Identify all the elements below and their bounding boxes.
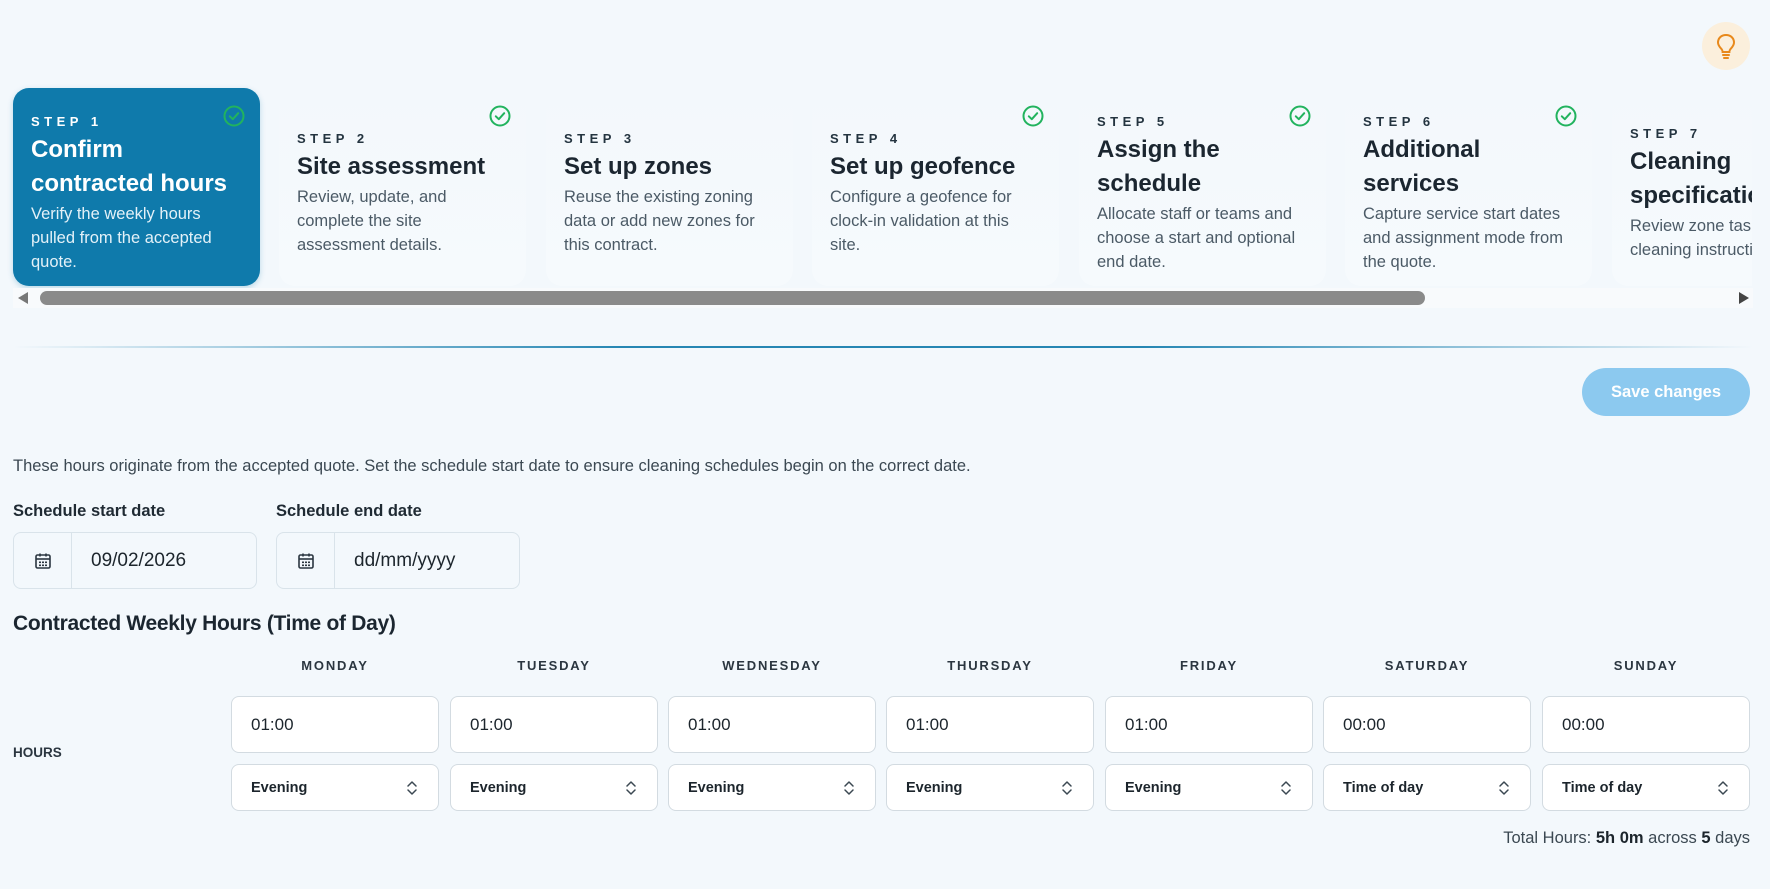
stepper: STEP 1 Confirm contracted hours Verify t… [0, 82, 1752, 308]
calendar-button[interactable] [14, 533, 72, 588]
scroll-left-arrow-icon[interactable] [18, 292, 28, 304]
step-description: Review, update, and complete the site as… [297, 188, 447, 254]
check-circle-icon [223, 105, 245, 127]
step-number: STEP 3 [564, 131, 636, 146]
step-description: Reuse the existing zoning data or add ne… [564, 188, 755, 254]
hours-input-monday[interactable]: 01:00 [231, 696, 439, 753]
hours-input-tuesday[interactable]: 01:00 [450, 696, 658, 753]
section-divider [13, 346, 1753, 348]
time-of-day-select-saturday[interactable]: Time of day [1323, 764, 1531, 811]
total-days-value: 5 [1701, 829, 1711, 847]
select-value: Evening [1125, 779, 1182, 796]
step-number: STEP 6 [1363, 114, 1435, 129]
step-description: Allocate staff or teams and choose a sta… [1097, 205, 1296, 271]
time-of-day-select-friday[interactable]: Evening [1105, 764, 1313, 811]
scroll-right-arrow-icon[interactable] [1739, 292, 1749, 304]
step-number: STEP 7 [1630, 126, 1702, 141]
hours-input-wednesday[interactable]: 01:00 [668, 696, 876, 753]
step-6[interactable]: STEP 6 Additional services Capture servi… [1345, 88, 1592, 286]
step-title: Set up geofence [830, 153, 1016, 180]
chevron-up-down-icon [1499, 780, 1509, 795]
day-header-sunday: SUNDAY [1613, 658, 1679, 673]
chevron-up-down-icon [1281, 780, 1291, 795]
time-of-day-select-monday[interactable]: Evening [231, 764, 439, 811]
total-suffix: days [1715, 829, 1750, 847]
day-header-saturday: SATURDAY [1384, 658, 1470, 673]
step-description: Configure a geofence for clock-in valida… [830, 188, 1012, 254]
total-hours: Total Hours: 5h 0m across 5 days [1503, 829, 1750, 848]
lightbulb-icon [1716, 33, 1736, 59]
day-header-friday: FRIDAY [1180, 658, 1238, 673]
hours-input-sunday[interactable]: 00:00 [1542, 696, 1750, 753]
step-title: Assign the schedule [1097, 136, 1220, 197]
select-value: Time of day [1562, 779, 1643, 796]
scrollbar-thumb[interactable] [40, 291, 1425, 305]
time-of-day-select-wednesday[interactable]: Evening [668, 764, 876, 811]
hours-input-thursday[interactable]: 01:00 [886, 696, 1094, 753]
step-title: Additional services [1363, 136, 1481, 197]
step-4[interactable]: STEP 4 Set up geofence Configure a geofe… [812, 88, 1059, 286]
day-header-tuesday: TUESDAY [517, 658, 591, 673]
step-title: Set up zones [564, 153, 713, 180]
total-middle: across [1648, 829, 1697, 847]
stepper-scrollbar[interactable] [13, 288, 1753, 308]
save-button[interactable]: Save changes [1582, 368, 1750, 416]
check-circle-icon [489, 105, 511, 127]
chevron-up-down-icon [626, 780, 636, 795]
step-title: Site assessment [297, 153, 486, 180]
step-2[interactable]: STEP 2 Site assessment Review, update, a… [279, 88, 526, 286]
schedule-end-field[interactable]: dd/mm/yyyy [276, 532, 520, 589]
step-number: STEP 1 [31, 114, 103, 129]
select-value: Time of day [1343, 779, 1424, 796]
chevron-up-down-icon [844, 780, 854, 795]
step-description: Review zone tasks and cleaning instructi… [1630, 217, 1752, 259]
step-title: Confirm contracted hours [31, 136, 228, 197]
check-circle-icon [1022, 105, 1044, 127]
schedule-end-input[interactable]: dd/mm/yyyy [335, 533, 455, 588]
schedule-end-label: Schedule end date [276, 502, 422, 520]
select-value: Evening [688, 779, 745, 796]
step-number: STEP 2 [297, 131, 369, 146]
step-title: Cleaning specifications [1630, 148, 1752, 209]
hours-row-label: HOURS [13, 745, 62, 760]
hours-input-friday[interactable]: 01:00 [1105, 696, 1313, 753]
calendar-icon [297, 553, 314, 569]
check-circle-icon [1289, 105, 1311, 127]
intro-text: These hours originate from the accepted … [13, 457, 971, 475]
step-number: STEP 5 [1097, 114, 1169, 129]
select-value: Evening [906, 779, 963, 796]
calendar-button[interactable] [277, 533, 335, 588]
check-circle-icon [1555, 105, 1577, 127]
time-of-day-select-thursday[interactable]: Evening [886, 764, 1094, 811]
tips-button[interactable] [1702, 22, 1750, 70]
day-header-monday: MONDAY [301, 658, 369, 673]
day-header-wednesday: WEDNESDAY [722, 658, 822, 673]
chevron-up-down-icon [1718, 780, 1728, 795]
select-value: Evening [470, 779, 527, 796]
schedule-start-input[interactable]: 09/02/2026 [72, 533, 186, 588]
step-3[interactable]: STEP 3 Set up zones Reuse the existing z… [546, 88, 793, 286]
chevron-up-down-icon [407, 780, 417, 795]
total-prefix: Total Hours: [1503, 829, 1592, 847]
time-of-day-select-tuesday[interactable]: Evening [450, 764, 658, 811]
total-hours-value: 5h 0m [1595, 829, 1644, 847]
hours-input-saturday[interactable]: 00:00 [1323, 696, 1531, 753]
schedule-start-label: Schedule start date [13, 502, 166, 520]
step-description: Capture service start dates and assignme… [1363, 205, 1563, 271]
schedule-start-field[interactable]: 09/02/2026 [13, 532, 257, 589]
step-number: STEP 4 [830, 131, 902, 146]
step-5[interactable]: STEP 5 Assign the schedule Allocate staf… [1079, 88, 1326, 286]
time-of-day-select-sunday[interactable]: Time of day [1542, 764, 1750, 811]
chevron-up-down-icon [1062, 780, 1072, 795]
calendar-icon [34, 553, 51, 569]
step-description: Verify the weekly hours pulled from the … [31, 205, 212, 271]
day-header-thursday: THURSDAY [947, 658, 1033, 673]
step-1[interactable]: STEP 1 Confirm contracted hours Verify t… [13, 88, 260, 286]
select-value: Evening [251, 779, 308, 796]
step-7[interactable]: STEP 7 Cleaning specifications Review zo… [1612, 88, 1752, 286]
weekly-hours-title: Contracted Weekly Hours (Time of Day) [13, 612, 396, 635]
